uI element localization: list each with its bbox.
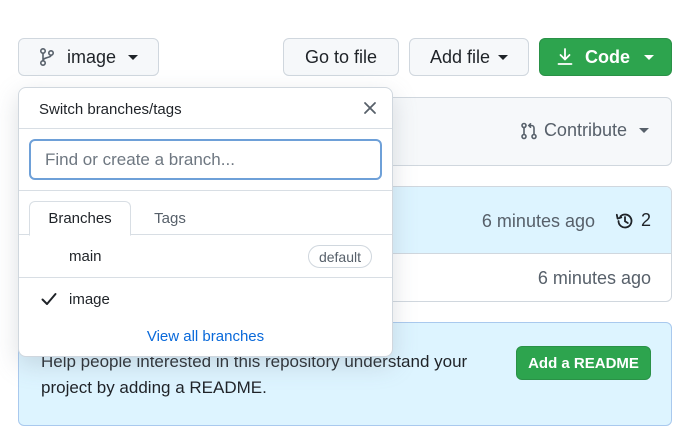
branch-switcher-dropdown: Switch branches/tags Branches Tags main … (18, 87, 393, 357)
chevron-down-icon (498, 54, 509, 60)
branch-item-main[interactable]: main default (19, 236, 392, 278)
branch-item-image[interactable]: image (19, 278, 392, 320)
view-all-branches-link[interactable]: View all branches (19, 328, 392, 345)
tab-tags[interactable]: Tags (137, 201, 203, 235)
code-button[interactable]: Code (539, 38, 672, 76)
branch-select-button[interactable]: image (18, 38, 159, 76)
history-count: 2 (640, 210, 651, 230)
dropdown-header: Switch branches/tags (19, 88, 392, 129)
pull-request-icon (521, 122, 537, 139)
latest-commit-time: 6 minutes ago (481, 211, 595, 231)
branch-search-input[interactable] (29, 139, 382, 180)
history-icon (615, 213, 633, 228)
branch-name: image (69, 290, 110, 308)
contribute-button[interactable]: Contribute (520, 120, 649, 141)
branch-icon (40, 48, 55, 66)
download-icon (557, 48, 573, 65)
file-commit-time: 6 minutes ago (537, 268, 651, 288)
dropdown-tabs: Branches Tags (19, 201, 392, 236)
contribute-label: Contribute (543, 120, 627, 140)
default-badge: default (307, 245, 372, 268)
add-readme-button[interactable]: Add a README (516, 346, 651, 380)
code-label: Code (585, 46, 630, 67)
add-file-label: Add file (429, 46, 491, 67)
commit-history-link[interactable]: 2 (615, 210, 651, 231)
close-icon[interactable] (361, 99, 379, 117)
chevron-down-icon (128, 54, 139, 60)
dropdown-title: Switch branches/tags (39, 101, 182, 118)
check-icon (41, 293, 57, 305)
branch-name: main (69, 248, 102, 265)
chevron-down-icon (644, 54, 654, 60)
go-to-file-label: Go to file (304, 46, 378, 67)
go-to-file-button[interactable]: Go to file (283, 38, 399, 76)
chevron-down-icon (639, 128, 649, 133)
tab-branches[interactable]: Branches (29, 201, 131, 236)
add-file-button[interactable]: Add file (409, 38, 529, 76)
branch-label: image (67, 46, 117, 67)
branch-filter-area (19, 129, 392, 191)
